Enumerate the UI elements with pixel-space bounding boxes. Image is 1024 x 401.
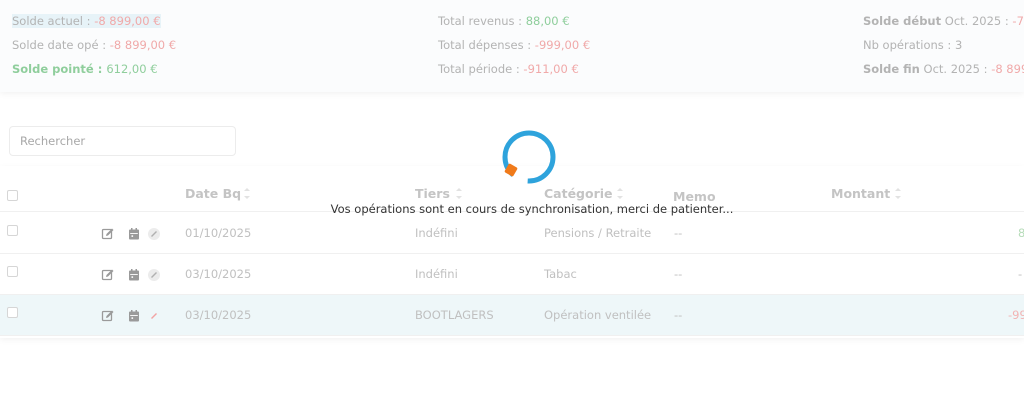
solde-debut-value: -7 98 bbox=[1012, 14, 1024, 28]
pencil-icon[interactable] bbox=[147, 227, 161, 241]
solde-debut: Solde début Oct. 2025 : -7 98 bbox=[863, 14, 1024, 29]
calendar-icon[interactable] bbox=[127, 227, 141, 241]
solde-actuel: Solde actuel : -8 899,00 € bbox=[12, 14, 161, 29]
cell-tiers: BOOTLAGERS bbox=[415, 308, 494, 322]
calendar-icon[interactable] bbox=[127, 268, 141, 282]
header-montant[interactable]: Montant bbox=[831, 186, 890, 201]
cell-date: 03/10/2025 bbox=[185, 267, 252, 281]
solde-fin-value: -8 899, bbox=[991, 62, 1024, 76]
total-depenses: Total dépenses : -999,00 € bbox=[438, 38, 590, 53]
solde-actuel-label: Solde actuel : bbox=[12, 14, 95, 28]
calendar-icon[interactable] bbox=[127, 309, 141, 323]
solde-pointe: Solde pointé : 612,00 € bbox=[12, 62, 158, 77]
solde-fin: Solde fin Oct. 2025 : -8 899, bbox=[863, 62, 1024, 77]
cell-montant: 8 bbox=[1018, 226, 1024, 240]
cell-montant: -99 bbox=[1008, 308, 1024, 322]
search-input[interactable] bbox=[9, 126, 236, 156]
cell-memo: -- bbox=[674, 226, 683, 240]
header-tiers[interactable]: Tiers bbox=[415, 186, 450, 201]
cell-date: 03/10/2025 bbox=[185, 308, 252, 322]
sort-montant-icon[interactable] bbox=[894, 187, 902, 201]
total-periode: Total période : -911,00 € bbox=[438, 62, 579, 77]
select-all-checkbox[interactable] bbox=[7, 190, 18, 201]
nb-operations-label: Nb opérations : bbox=[863, 38, 955, 52]
edit-icon[interactable] bbox=[101, 309, 115, 323]
cell-date: 01/10/2025 bbox=[185, 226, 252, 240]
pencil-icon[interactable] bbox=[147, 268, 161, 282]
header-categorie[interactable]: Catégorie bbox=[544, 186, 613, 201]
edit-icon[interactable] bbox=[101, 227, 115, 241]
total-depenses-value: -999,00 € bbox=[534, 38, 591, 52]
sort-date-icon[interactable] bbox=[243, 187, 251, 201]
solde-pointe-label: Solde pointé : bbox=[12, 62, 107, 76]
total-periode-value: -911,00 € bbox=[523, 62, 579, 76]
nb-operations-value: 3 bbox=[954, 38, 963, 52]
cell-categorie: Opération ventilée bbox=[544, 308, 652, 322]
total-revenus-value: 88,00 € bbox=[525, 14, 570, 28]
sort-categorie-icon[interactable] bbox=[616, 187, 624, 201]
total-revenus-label: Total revenus : bbox=[438, 14, 526, 28]
operations-page: Solde actuel : -8 899,00 € Solde date op… bbox=[0, 0, 1024, 401]
total-revenus: Total revenus : 88,00 € bbox=[438, 14, 570, 29]
solde-fin-label: Solde fin bbox=[863, 62, 920, 76]
solde-actuel-value: -8 899,00 € bbox=[94, 14, 161, 28]
cell-montant: - bbox=[1018, 267, 1023, 281]
cell-memo: -- bbox=[674, 267, 683, 281]
table-row[interactable]: 01/10/2025 Indéfini Pensions / Retraite … bbox=[0, 213, 1024, 254]
cell-tiers: Indéfini bbox=[415, 226, 458, 240]
cell-categorie: Tabac bbox=[544, 267, 577, 281]
solde-debut-label: Solde début bbox=[863, 14, 942, 28]
solde-fin-period: Oct. 2025 : bbox=[919, 62, 992, 76]
solde-date-ope: Solde date opé : -8 899,00 € bbox=[12, 38, 176, 53]
sort-tiers-icon[interactable] bbox=[455, 187, 463, 201]
cell-memo: -- bbox=[674, 308, 683, 322]
solde-debut-period: Oct. 2025 : bbox=[941, 14, 1013, 28]
operations-table: Date Bq Tiers Catégorie Memo Montant 01/… bbox=[0, 166, 1024, 338]
nb-operations: Nb opérations : 3 bbox=[863, 38, 962, 53]
row-checkbox[interactable] bbox=[7, 225, 18, 236]
row-checkbox[interactable] bbox=[7, 307, 18, 318]
total-periode-label: Total période : bbox=[438, 62, 524, 76]
edit-icon[interactable] bbox=[101, 268, 115, 282]
balance-summary: Solde actuel : -8 899,00 € Solde date op… bbox=[0, 0, 1024, 92]
table-row[interactable]: 03/10/2025 BOOTLAGERS Opération ventilée… bbox=[0, 295, 1024, 336]
solde-pointe-value: 612,00 € bbox=[106, 62, 158, 76]
total-depenses-label: Total dépenses : bbox=[438, 38, 535, 52]
row-checkbox[interactable] bbox=[7, 266, 18, 277]
cell-categorie: Pensions / Retraite bbox=[544, 226, 652, 240]
solde-date-ope-value: -8 899,00 € bbox=[109, 38, 177, 52]
loading-message: Vos opérations sont en cours de synchron… bbox=[330, 202, 734, 216]
cell-tiers: Indéfini bbox=[415, 267, 458, 281]
table-row[interactable]: 03/10/2025 Indéfini Tabac -- - bbox=[0, 254, 1024, 295]
header-date-bq[interactable]: Date Bq bbox=[185, 186, 241, 201]
loading-spinner-icon bbox=[502, 130, 556, 184]
pencil-icon[interactable] bbox=[147, 309, 161, 323]
solde-date-ope-label: Solde date opé : bbox=[12, 38, 110, 52]
